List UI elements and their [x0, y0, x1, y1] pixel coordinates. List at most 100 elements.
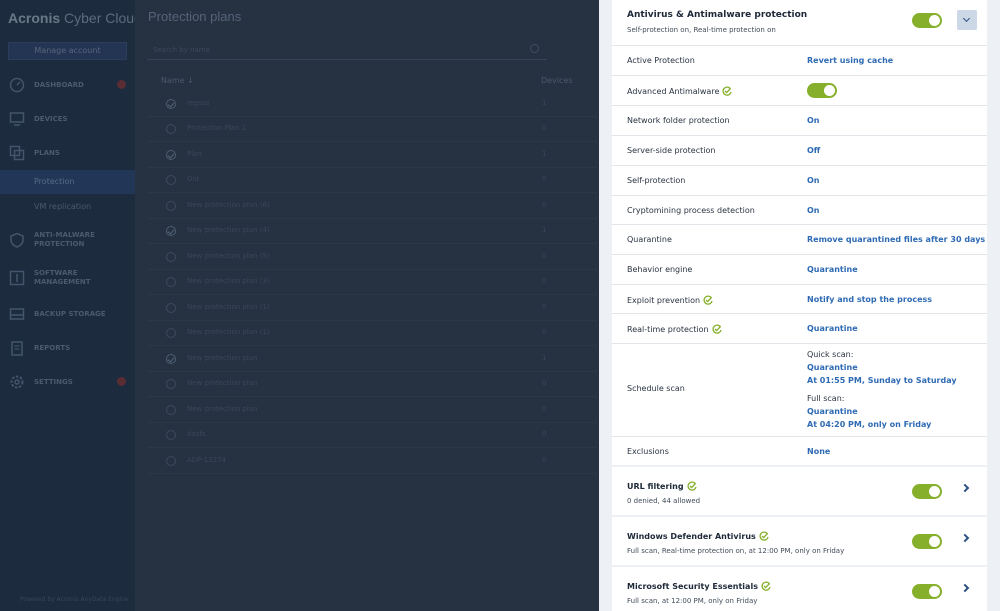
url-filtering-toggle[interactable]	[912, 484, 942, 499]
setting-row-active-protection[interactable]: Active Protection Revert using cache	[612, 46, 987, 76]
table-row[interactable]: New protection plan (6) 0	[147, 194, 597, 219]
feature-check-icon	[759, 531, 769, 541]
sidebar-item-reports[interactable]: REPORTS	[0, 333, 135, 363]
setting-row-schedule-scan[interactable]: Schedule scan Quick scan: Quarantine At …	[612, 344, 987, 437]
sidebar-item-devices[interactable]: DEVICES	[0, 104, 135, 134]
chevron-right-icon[interactable]	[960, 533, 970, 543]
setting-value-link[interactable]: None	[807, 447, 830, 456]
advanced-antimalware-toggle[interactable]	[807, 83, 837, 98]
setting-row-advanced-antimalware[interactable]: Advanced Antimalware	[612, 76, 987, 106]
search-input[interactable]: Search by name	[147, 40, 547, 60]
row-checkbox[interactable]	[166, 226, 176, 236]
full-scan-action-link[interactable]: Quarantine	[807, 407, 858, 416]
sidebar-subitem-vm-replication[interactable]: VM replication	[0, 195, 135, 219]
chevron-right-icon[interactable]	[960, 583, 970, 593]
sidebar-item-backup-storage[interactable]: BACKUP STORAGE	[0, 299, 135, 329]
full-scan-time-link[interactable]: At 04:20 PM, only on Friday	[807, 420, 931, 429]
row-checkbox[interactable]	[166, 430, 176, 440]
sidebar-item-label: BACKUP STORAGE	[34, 309, 106, 318]
module-header: Antivirus & Antimalware protection Self-…	[612, 0, 987, 46]
microsoft-security-essentials-toggle[interactable]	[912, 584, 942, 599]
sidebar-subitem-protection[interactable]: Protection	[0, 170, 135, 194]
table-row[interactable]: New protection plan (4) 1	[147, 219, 597, 244]
page-title: Protection plans	[148, 9, 242, 24]
footer-link[interactable]: Powered by Acronis AnyData Engine	[20, 596, 129, 603]
setting-row-server-side-protection[interactable]: Server-side protection Off	[612, 136, 987, 166]
table-row[interactable]: New protection plan (1) 0	[147, 321, 597, 346]
row-checkbox[interactable]	[166, 405, 176, 415]
table-row[interactable]: New protection plan 1	[147, 347, 597, 372]
row-checkbox[interactable]	[166, 354, 176, 364]
notification-badge	[117, 377, 126, 386]
setting-row-behavior-engine[interactable]: Behavior engine Quarantine	[612, 255, 987, 285]
sidebar-item-label: DEVICES	[34, 114, 68, 123]
row-checkbox[interactable]	[166, 124, 176, 134]
manage-account-button[interactable]: Manage account	[8, 42, 127, 60]
table-row[interactable]: New protection plan (5) 0	[147, 245, 597, 270]
table-row[interactable]: ADP-13274 0	[147, 449, 597, 474]
sidebar-item-plans[interactable]: PLANS	[0, 138, 135, 168]
storage-icon	[9, 306, 25, 322]
table-row[interactable]: New protection plan (3) 0	[147, 270, 597, 295]
row-checkbox[interactable]	[166, 379, 176, 389]
column-header-name[interactable]: Name ↓	[161, 76, 194, 85]
sidebar-item-label: SOFTWARE MANAGEMENT	[34, 269, 91, 286]
sidebar-item-label: ANTI-MALWARE PROTECTION	[34, 231, 95, 248]
setting-value-link[interactable]: Notify and stop the process	[807, 295, 932, 304]
sidebar-item-label: REPORTS	[34, 343, 71, 352]
windows-defender-toggle[interactable]	[912, 534, 942, 549]
setting-value-link[interactable]: On	[807, 176, 820, 185]
quick-scan-time-link[interactable]: At 01:55 PM, Sunday to Saturday	[807, 376, 957, 385]
row-checkbox[interactable]	[166, 303, 176, 313]
setting-value-link[interactable]: Quarantine	[807, 265, 858, 274]
column-header-devices[interactable]: Devices	[541, 76, 573, 85]
chevron-right-icon[interactable]	[960, 483, 970, 493]
sidebar-item-settings[interactable]: SETTINGS	[0, 367, 135, 397]
setting-value-link[interactable]: Off	[807, 146, 820, 155]
table-row[interactable]: New protection plan 0	[147, 398, 597, 423]
dashboard-icon	[9, 77, 25, 93]
url-filtering-card[interactable]: URL filtering 0 denied, 44 allowed	[612, 467, 987, 515]
setting-value-link[interactable]: On	[807, 206, 820, 215]
module-toggle[interactable]	[912, 13, 942, 28]
setting-row-self-protection[interactable]: Self-protection On	[612, 166, 987, 196]
gear-icon	[9, 374, 25, 390]
software-icon	[9, 270, 25, 286]
collapse-button[interactable]	[957, 10, 977, 30]
row-checkbox[interactable]	[166, 99, 176, 109]
setting-row-network-folder-protection[interactable]: Network folder protection On	[612, 106, 987, 136]
row-checkbox[interactable]	[166, 175, 176, 185]
table-row[interactable]: New protection plan (1) 0	[147, 296, 597, 321]
row-checkbox[interactable]	[166, 456, 176, 466]
setting-value-link[interactable]: On	[807, 116, 820, 125]
setting-row-cryptomining-detection[interactable]: Cryptomining process detection On	[612, 196, 987, 225]
row-checkbox[interactable]	[166, 252, 176, 262]
setting-value-link[interactable]: Quarantine	[807, 324, 858, 333]
table-row[interactable]: dasfs 0	[147, 423, 597, 448]
table-row[interactable]: Plan 1	[147, 143, 597, 168]
table-row[interactable]: New protection plan 0	[147, 372, 597, 397]
setting-row-quarantine[interactable]: Quarantine Remove quarantined files afte…	[612, 225, 987, 255]
feature-check-icon	[712, 324, 722, 334]
shield-icon	[9, 232, 25, 248]
table-row[interactable]: regsss 1	[147, 92, 597, 117]
setting-value-link[interactable]: Remove quarantined files after 30 days	[807, 235, 985, 244]
sidebar-item-label: PLANS	[34, 148, 60, 157]
table-row[interactable]: Protection Plan 10	[147, 117, 597, 142]
setting-value-link[interactable]: Revert using cache	[807, 56, 893, 65]
setting-row-real-time-protection[interactable]: Real-time protection Quarantine	[612, 314, 987, 344]
sidebar-item-dashboard[interactable]: DASHBOARD	[0, 70, 135, 100]
setting-row-exclusions[interactable]: Exclusions None	[612, 437, 987, 465]
microsoft-security-essentials-card[interactable]: Microsoft Security Essentials Full scan,…	[612, 567, 987, 611]
row-checkbox[interactable]	[166, 328, 176, 338]
row-checkbox[interactable]	[166, 201, 176, 211]
sidebar-item-software-management[interactable]: SOFTWARE MANAGEMENT	[0, 263, 135, 293]
windows-defender-card[interactable]: Windows Defender Antivirus Full scan, Re…	[612, 517, 987, 565]
setting-row-exploit-prevention[interactable]: Exploit prevention Notify and stop the p…	[612, 285, 987, 314]
row-checkbox[interactable]	[166, 277, 176, 287]
row-checkbox[interactable]	[166, 150, 176, 160]
feature-check-icon	[703, 295, 713, 305]
quick-scan-action-link[interactable]: Quarantine	[807, 363, 858, 372]
sidebar-item-anti-malware[interactable]: ANTI-MALWARE PROTECTION	[0, 225, 135, 255]
table-row[interactable]: Old 0	[147, 168, 597, 193]
